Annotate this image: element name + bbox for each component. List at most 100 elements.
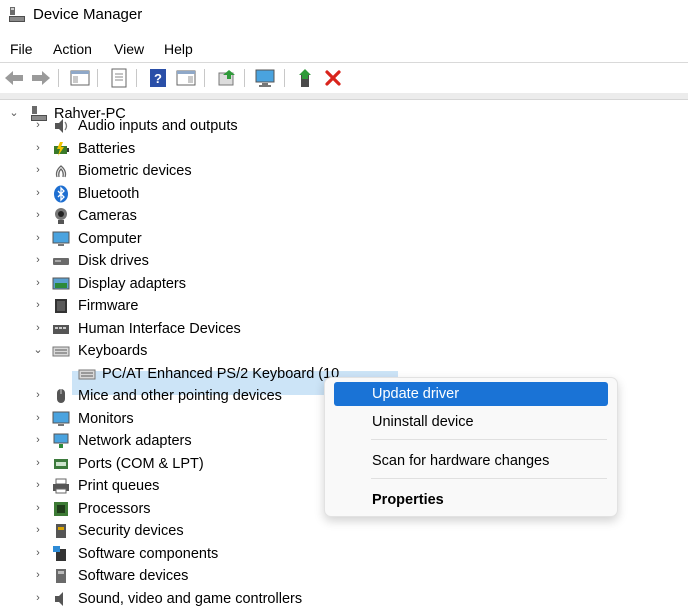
tree-category[interactable]: › Display adapters <box>0 273 688 295</box>
menu-item-properties[interactable]: Properties <box>334 488 608 512</box>
menu-file[interactable]: File <box>10 41 33 57</box>
chevron-right-icon[interactable]: › <box>32 209 44 221</box>
scan-hardware-button[interactable] <box>254 67 276 89</box>
tree-category-label: Cameras <box>78 208 137 224</box>
properties-button[interactable] <box>108 67 130 89</box>
chevron-right-icon[interactable]: › <box>32 164 44 176</box>
enable-device-button[interactable] <box>295 67 317 89</box>
tree-category[interactable]: › Software devices <box>0 565 688 587</box>
chevron-right-icon[interactable]: › <box>32 232 44 244</box>
menu-help[interactable]: Help <box>164 41 193 57</box>
help-button[interactable]: ? <box>147 67 169 89</box>
show-hide-console-tree-button[interactable] <box>69 67 91 89</box>
tree-category[interactable]: › Sound, video and game controllers <box>0 588 688 610</box>
chevron-right-icon[interactable]: › <box>32 479 44 491</box>
tree-category[interactable]: › Security devices <box>0 520 688 542</box>
tree-category-label: Firmware <box>78 298 139 314</box>
speaker-icon <box>55 119 68 133</box>
security-icon <box>56 524 66 538</box>
hid-icon <box>53 324 69 334</box>
menu-item-uninstall-device[interactable]: Uninstall device <box>334 410 608 434</box>
chevron-right-icon[interactable]: › <box>32 254 44 266</box>
menu-action[interactable]: Action <box>53 41 92 57</box>
chevron-right-icon[interactable]: › <box>32 322 44 334</box>
menu-bar: File Action View Help <box>0 36 688 62</box>
enable-device-icon <box>299 69 311 87</box>
tree-category-label: Display adapters <box>78 275 186 292</box>
menu-separator <box>371 478 607 479</box>
tree-category-label: Biometric devices <box>78 163 192 179</box>
svg-text:?: ? <box>154 71 162 86</box>
back-button[interactable] <box>3 67 25 89</box>
monitor-icon <box>52 411 70 426</box>
chevron-right-icon[interactable]: › <box>32 412 44 424</box>
window-title: Device Manager <box>33 6 143 23</box>
keyboard-icon <box>78 369 96 379</box>
chevron-right-icon[interactable]: › <box>32 547 44 559</box>
menu-item-scan-hardware[interactable]: Scan for hardware changes <box>334 449 608 473</box>
software-components-icon <box>53 545 66 561</box>
uninstall-device-button[interactable] <box>322 67 344 89</box>
tree-category[interactable]: › Biometric devices <box>0 160 688 182</box>
device-manager-icon <box>9 7 25 22</box>
title-bar: Device Manager <box>0 0 688 32</box>
chevron-right-icon[interactable]: › <box>32 142 44 154</box>
action-pane-icon <box>176 70 196 86</box>
chevron-right-icon[interactable]: › <box>32 389 44 401</box>
help-icon: ? <box>150 69 166 87</box>
tree-category-label: Batteries <box>78 140 136 157</box>
tree-category-label: Disk drives <box>78 253 149 269</box>
menu-item-update-driver[interactable]: Update driver <box>334 382 608 406</box>
printer-icon <box>53 478 69 494</box>
tree-category-label: Audio inputs and outputs <box>78 118 238 134</box>
tree-category[interactable]: › Human Interface Devices <box>0 318 688 340</box>
tree-category-label: Bluetooth <box>78 185 140 202</box>
chevron-down-icon[interactable]: ⌄ <box>32 344 44 356</box>
tree-device-label: PC/AT Enhanced PS/2 Keyboard (10 <box>102 365 340 382</box>
pane-divider <box>0 93 688 100</box>
forward-button[interactable] <box>30 67 52 89</box>
tree-category[interactable]: › Software components <box>0 543 688 565</box>
tree-category[interactable]: › Batteries <box>0 138 688 160</box>
display-adapter-icon <box>52 277 70 289</box>
tree-category[interactable]: › Bluetooth <box>0 183 688 205</box>
tree-category[interactable]: › Firmware <box>0 295 688 317</box>
menu-separator <box>371 439 607 440</box>
tree-category-label: Monitors <box>78 410 134 427</box>
tree-category[interactable]: › Cameras <box>0 205 688 227</box>
monitor-icon <box>52 231 70 246</box>
menu-item-label: Scan for hardware changes <box>372 453 550 469</box>
menu-view[interactable]: View <box>114 41 144 57</box>
red-x-icon <box>325 70 341 86</box>
tree-category-label: Network adapters <box>78 433 192 449</box>
chevron-right-icon[interactable]: › <box>32 119 44 131</box>
tree-category[interactable]: › Disk drives <box>0 250 688 272</box>
action-pane-button[interactable] <box>175 67 197 89</box>
chevron-right-icon[interactable]: › <box>32 434 44 446</box>
toolbar: ? <box>0 62 688 94</box>
tree-category[interactable]: ⌄ Keyboards <box>0 340 688 362</box>
chevron-right-icon[interactable]: › <box>32 299 44 311</box>
scan-monitor-icon <box>255 69 275 87</box>
sound-icon <box>55 591 63 606</box>
tree-category[interactable]: › Computer <box>0 228 688 250</box>
network-icon <box>53 433 69 448</box>
disk-drive-icon <box>53 258 69 265</box>
menu-item-label: Uninstall device <box>372 414 474 430</box>
chevron-right-icon[interactable]: › <box>32 592 44 604</box>
chevron-right-icon[interactable]: › <box>32 187 44 199</box>
camera-icon <box>55 208 67 224</box>
forward-arrow-icon <box>32 71 50 85</box>
chevron-right-icon[interactable]: › <box>32 457 44 469</box>
tree-category-label: Processors <box>78 500 151 517</box>
chevron-right-icon[interactable]: › <box>32 569 44 581</box>
update-driver-toolbar-button[interactable] <box>216 67 238 89</box>
chevron-right-icon[interactable]: › <box>32 502 44 514</box>
tree-category[interactable]: › Audio inputs and outputs <box>0 115 688 137</box>
battery-icon <box>54 141 69 156</box>
tree-category-label: Keyboards <box>78 343 148 359</box>
properties-icon <box>111 68 127 88</box>
chevron-right-icon[interactable]: › <box>32 277 44 289</box>
context-menu: Update driver Uninstall device Scan for … <box>324 377 618 517</box>
chevron-right-icon[interactable]: › <box>32 524 44 536</box>
